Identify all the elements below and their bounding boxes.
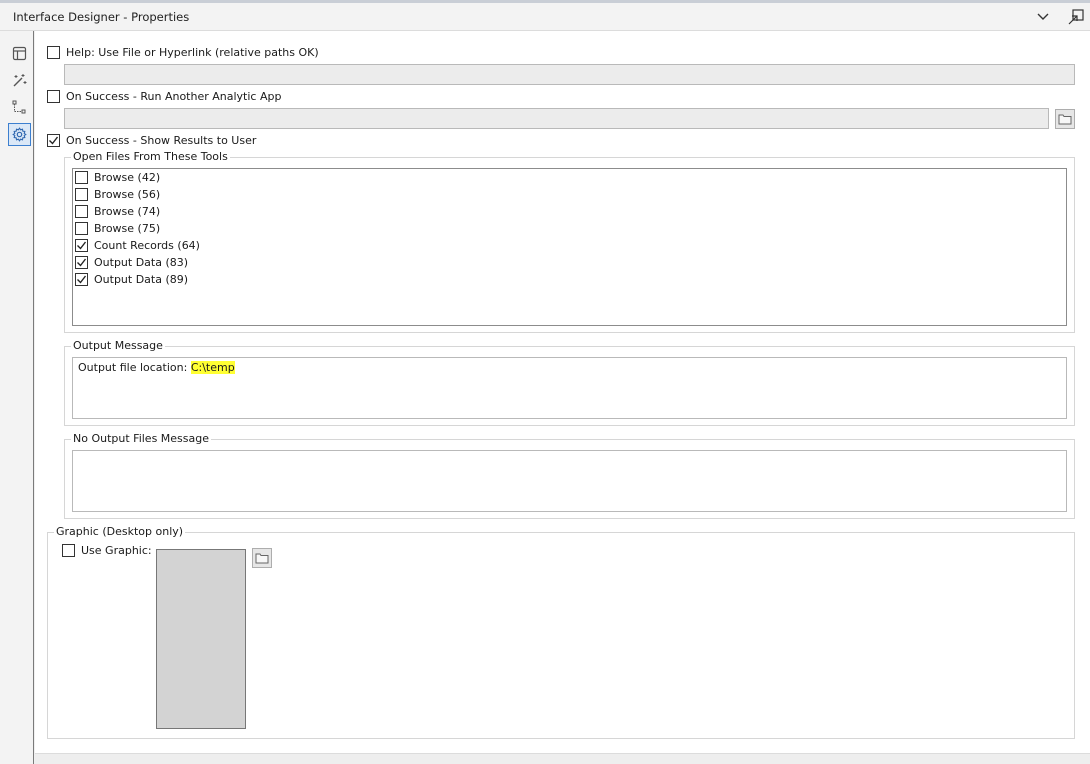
tool-checkbox[interactable] — [75, 187, 88, 201]
tool-label: Output Data (89) — [94, 272, 189, 286]
tree-icon — [12, 100, 26, 114]
check-icon — [77, 258, 87, 267]
tool-checkbox[interactable] — [75, 170, 88, 184]
tool-checkbox[interactable] — [75, 204, 88, 218]
rail-tree-button[interactable] — [8, 96, 31, 119]
title-bar: Interface Designer - Properties — [0, 3, 1090, 31]
bottom-strip — [35, 753, 1090, 764]
graphic-browse-button[interactable] — [252, 548, 272, 568]
show-results-checkbox[interactable] — [47, 134, 60, 147]
gear-icon — [12, 127, 27, 142]
run-app-path-field[interactable] — [64, 108, 1049, 129]
window-title: Interface Designer - Properties — [13, 10, 190, 24]
tools-listbox[interactable]: Browse (42) Browse (56) Browse (74) Brow… — [72, 168, 1067, 326]
list-item[interactable]: Browse (42) — [75, 169, 160, 185]
list-item[interactable]: Output Data (83) — [75, 254, 188, 270]
graphic-preview — [156, 549, 246, 729]
help-label: Help: Use File or Hyperlink (relative pa… — [66, 46, 319, 59]
no-output-textarea[interactable] — [72, 450, 1067, 512]
list-item[interactable]: Browse (75) — [75, 220, 160, 236]
tool-label: Count Records (64) — [94, 238, 200, 252]
undock-icon — [1068, 9, 1084, 25]
rail-settings-button[interactable] — [8, 123, 31, 146]
tool-checkbox[interactable] — [75, 272, 88, 286]
check-icon — [77, 241, 87, 250]
graphic-group-title: Graphic (Desktop only) — [54, 525, 186, 538]
use-graphic-checkbox[interactable] — [62, 544, 75, 557]
output-message-prefix: Output file location: — [78, 361, 191, 374]
list-item[interactable]: Output Data (89) — [75, 271, 188, 287]
run-app-label: On Success - Run Another Analytic App — [66, 90, 282, 103]
check-icon — [49, 136, 59, 145]
tool-label: Browse (56) — [94, 187, 161, 201]
output-message-path: C:\temp — [190, 361, 235, 374]
output-message-group-title: Output Message — [71, 339, 165, 352]
run-app-checkbox[interactable] — [47, 90, 60, 103]
rail-wizard-button[interactable] — [8, 69, 31, 92]
collapse-button[interactable] — [1033, 7, 1053, 27]
layout-icon — [12, 46, 27, 61]
tool-label: Browse (75) — [94, 221, 161, 235]
help-checkbox[interactable] — [47, 46, 60, 59]
magic-wand-icon — [13, 74, 27, 87]
output-message-textarea[interactable]: Output file location: C:\temp — [72, 357, 1067, 419]
left-tool-rail — [0, 31, 34, 764]
list-item[interactable]: Browse (56) — [75, 186, 160, 202]
no-output-group-title: No Output Files Message — [71, 432, 212, 445]
folder-icon — [1058, 114, 1072, 125]
show-results-label: On Success - Show Results to User — [66, 134, 257, 147]
tool-label: Browse (74) — [94, 204, 161, 218]
tool-checkbox[interactable] — [75, 221, 88, 235]
list-item[interactable]: Count Records (64) — [75, 237, 200, 253]
rail-layout-button[interactable] — [8, 42, 31, 65]
use-graphic-label: Use Graphic: — [81, 544, 152, 557]
undock-button[interactable] — [1066, 7, 1086, 27]
tool-checkbox[interactable] — [75, 255, 88, 269]
tool-label: Output Data (83) — [94, 255, 189, 269]
run-app-browse-button[interactable] — [1055, 109, 1075, 129]
help-url-field[interactable] — [64, 64, 1075, 85]
folder-icon — [255, 553, 269, 564]
list-item[interactable]: Browse (74) — [75, 203, 160, 219]
tool-checkbox[interactable] — [75, 238, 88, 252]
tool-label: Browse (42) — [94, 170, 161, 184]
open-files-group-title: Open Files From These Tools — [71, 150, 230, 163]
check-icon — [77, 275, 87, 284]
chevron-down-icon — [1037, 13, 1049, 20]
